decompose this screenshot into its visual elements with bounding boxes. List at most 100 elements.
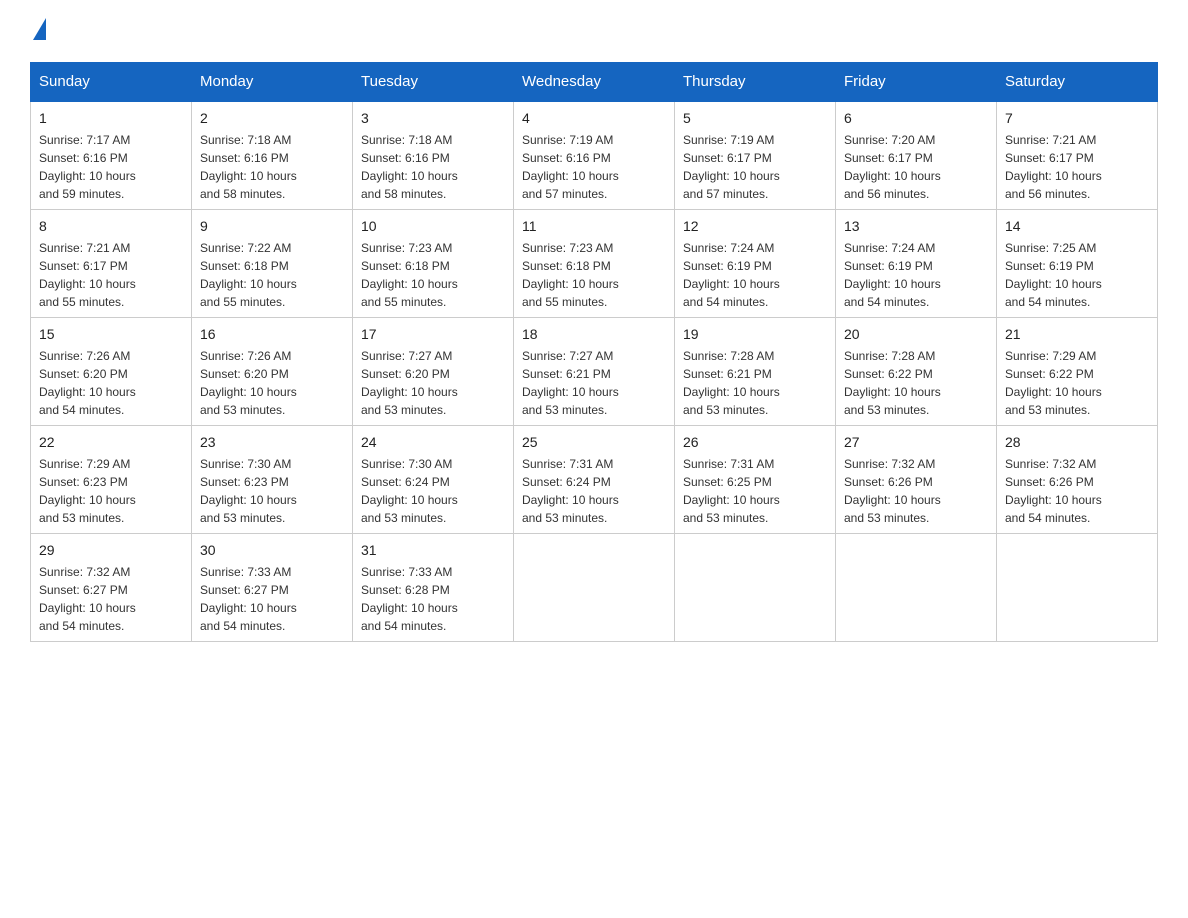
calendar-header-monday: Monday [192, 63, 353, 102]
calendar-week-row: 15 Sunrise: 7:26 AMSunset: 6:20 PMDaylig… [31, 318, 1158, 426]
calendar-header-sunday: Sunday [31, 63, 192, 102]
day-info: Sunrise: 7:30 AMSunset: 6:23 PMDaylight:… [200, 455, 344, 527]
calendar-cell: 11 Sunrise: 7:23 AMSunset: 6:18 PMDaylig… [514, 210, 675, 318]
calendar-cell: 9 Sunrise: 7:22 AMSunset: 6:18 PMDayligh… [192, 210, 353, 318]
calendar-body: 1 Sunrise: 7:17 AMSunset: 6:16 PMDayligh… [31, 101, 1158, 642]
day-info: Sunrise: 7:21 AMSunset: 6:17 PMDaylight:… [39, 239, 183, 311]
day-number: 8 [39, 216, 183, 237]
calendar-cell: 20 Sunrise: 7:28 AMSunset: 6:22 PMDaylig… [836, 318, 997, 426]
day-info: Sunrise: 7:26 AMSunset: 6:20 PMDaylight:… [200, 347, 344, 419]
day-number: 1 [39, 108, 183, 129]
day-info: Sunrise: 7:19 AMSunset: 6:16 PMDaylight:… [522, 131, 666, 203]
day-info: Sunrise: 7:28 AMSunset: 6:21 PMDaylight:… [683, 347, 827, 419]
calendar-cell: 13 Sunrise: 7:24 AMSunset: 6:19 PMDaylig… [836, 210, 997, 318]
day-number: 18 [522, 324, 666, 345]
calendar-header-tuesday: Tuesday [353, 63, 514, 102]
day-number: 16 [200, 324, 344, 345]
day-info: Sunrise: 7:30 AMSunset: 6:24 PMDaylight:… [361, 455, 505, 527]
calendar-cell [997, 534, 1158, 642]
day-info: Sunrise: 7:27 AMSunset: 6:20 PMDaylight:… [361, 347, 505, 419]
calendar-cell: 17 Sunrise: 7:27 AMSunset: 6:20 PMDaylig… [353, 318, 514, 426]
day-number: 15 [39, 324, 183, 345]
day-info: Sunrise: 7:20 AMSunset: 6:17 PMDaylight:… [844, 131, 988, 203]
day-number: 21 [1005, 324, 1149, 345]
calendar-week-row: 22 Sunrise: 7:29 AMSunset: 6:23 PMDaylig… [31, 426, 1158, 534]
calendar-cell: 19 Sunrise: 7:28 AMSunset: 6:21 PMDaylig… [675, 318, 836, 426]
calendar-cell: 5 Sunrise: 7:19 AMSunset: 6:17 PMDayligh… [675, 101, 836, 210]
day-number: 20 [844, 324, 988, 345]
day-info: Sunrise: 7:29 AMSunset: 6:22 PMDaylight:… [1005, 347, 1149, 419]
page-header [30, 20, 1158, 42]
day-info: Sunrise: 7:32 AMSunset: 6:27 PMDaylight:… [39, 563, 183, 635]
day-number: 24 [361, 432, 505, 453]
day-number: 22 [39, 432, 183, 453]
calendar-cell: 24 Sunrise: 7:30 AMSunset: 6:24 PMDaylig… [353, 426, 514, 534]
calendar-cell: 10 Sunrise: 7:23 AMSunset: 6:18 PMDaylig… [353, 210, 514, 318]
day-number: 13 [844, 216, 988, 237]
day-info: Sunrise: 7:18 AMSunset: 6:16 PMDaylight:… [361, 131, 505, 203]
day-number: 28 [1005, 432, 1149, 453]
calendar-cell: 1 Sunrise: 7:17 AMSunset: 6:16 PMDayligh… [31, 101, 192, 210]
day-info: Sunrise: 7:31 AMSunset: 6:25 PMDaylight:… [683, 455, 827, 527]
logo [30, 20, 46, 42]
calendar-cell: 4 Sunrise: 7:19 AMSunset: 6:16 PMDayligh… [514, 101, 675, 210]
day-info: Sunrise: 7:18 AMSunset: 6:16 PMDaylight:… [200, 131, 344, 203]
day-info: Sunrise: 7:22 AMSunset: 6:18 PMDaylight:… [200, 239, 344, 311]
day-number: 23 [200, 432, 344, 453]
calendar-cell: 8 Sunrise: 7:21 AMSunset: 6:17 PMDayligh… [31, 210, 192, 318]
day-info: Sunrise: 7:19 AMSunset: 6:17 PMDaylight:… [683, 131, 827, 203]
day-number: 29 [39, 540, 183, 561]
calendar-cell: 14 Sunrise: 7:25 AMSunset: 6:19 PMDaylig… [997, 210, 1158, 318]
day-info: Sunrise: 7:32 AMSunset: 6:26 PMDaylight:… [1005, 455, 1149, 527]
calendar-table: SundayMondayTuesdayWednesdayThursdayFrid… [30, 62, 1158, 642]
day-number: 6 [844, 108, 988, 129]
day-number: 30 [200, 540, 344, 561]
calendar-cell [836, 534, 997, 642]
day-info: Sunrise: 7:33 AMSunset: 6:27 PMDaylight:… [200, 563, 344, 635]
calendar-cell: 29 Sunrise: 7:32 AMSunset: 6:27 PMDaylig… [31, 534, 192, 642]
day-info: Sunrise: 7:33 AMSunset: 6:28 PMDaylight:… [361, 563, 505, 635]
day-number: 3 [361, 108, 505, 129]
calendar-cell [514, 534, 675, 642]
calendar-cell: 23 Sunrise: 7:30 AMSunset: 6:23 PMDaylig… [192, 426, 353, 534]
calendar-cell: 31 Sunrise: 7:33 AMSunset: 6:28 PMDaylig… [353, 534, 514, 642]
calendar-cell: 3 Sunrise: 7:18 AMSunset: 6:16 PMDayligh… [353, 101, 514, 210]
day-number: 2 [200, 108, 344, 129]
calendar-week-row: 29 Sunrise: 7:32 AMSunset: 6:27 PMDaylig… [31, 534, 1158, 642]
calendar-week-row: 8 Sunrise: 7:21 AMSunset: 6:17 PMDayligh… [31, 210, 1158, 318]
calendar-cell: 15 Sunrise: 7:26 AMSunset: 6:20 PMDaylig… [31, 318, 192, 426]
day-number: 31 [361, 540, 505, 561]
day-number: 25 [522, 432, 666, 453]
day-number: 26 [683, 432, 827, 453]
day-info: Sunrise: 7:32 AMSunset: 6:26 PMDaylight:… [844, 455, 988, 527]
day-info: Sunrise: 7:21 AMSunset: 6:17 PMDaylight:… [1005, 131, 1149, 203]
calendar-header-thursday: Thursday [675, 63, 836, 102]
calendar-cell: 16 Sunrise: 7:26 AMSunset: 6:20 PMDaylig… [192, 318, 353, 426]
logo-triangle-icon [33, 18, 46, 40]
day-number: 12 [683, 216, 827, 237]
day-number: 5 [683, 108, 827, 129]
day-number: 7 [1005, 108, 1149, 129]
calendar-week-row: 1 Sunrise: 7:17 AMSunset: 6:16 PMDayligh… [31, 101, 1158, 210]
day-number: 4 [522, 108, 666, 129]
day-info: Sunrise: 7:24 AMSunset: 6:19 PMDaylight:… [844, 239, 988, 311]
calendar-cell: 18 Sunrise: 7:27 AMSunset: 6:21 PMDaylig… [514, 318, 675, 426]
calendar-cell: 25 Sunrise: 7:31 AMSunset: 6:24 PMDaylig… [514, 426, 675, 534]
day-number: 17 [361, 324, 505, 345]
day-info: Sunrise: 7:26 AMSunset: 6:20 PMDaylight:… [39, 347, 183, 419]
calendar-cell: 27 Sunrise: 7:32 AMSunset: 6:26 PMDaylig… [836, 426, 997, 534]
calendar-cell: 7 Sunrise: 7:21 AMSunset: 6:17 PMDayligh… [997, 101, 1158, 210]
day-info: Sunrise: 7:28 AMSunset: 6:22 PMDaylight:… [844, 347, 988, 419]
calendar-cell: 6 Sunrise: 7:20 AMSunset: 6:17 PMDayligh… [836, 101, 997, 210]
day-info: Sunrise: 7:24 AMSunset: 6:19 PMDaylight:… [683, 239, 827, 311]
calendar-header-saturday: Saturday [997, 63, 1158, 102]
day-number: 10 [361, 216, 505, 237]
day-number: 27 [844, 432, 988, 453]
day-info: Sunrise: 7:29 AMSunset: 6:23 PMDaylight:… [39, 455, 183, 527]
day-info: Sunrise: 7:17 AMSunset: 6:16 PMDaylight:… [39, 131, 183, 203]
day-info: Sunrise: 7:23 AMSunset: 6:18 PMDaylight:… [522, 239, 666, 311]
day-number: 11 [522, 216, 666, 237]
calendar-cell: 2 Sunrise: 7:18 AMSunset: 6:16 PMDayligh… [192, 101, 353, 210]
day-number: 9 [200, 216, 344, 237]
calendar-cell: 28 Sunrise: 7:32 AMSunset: 6:26 PMDaylig… [997, 426, 1158, 534]
